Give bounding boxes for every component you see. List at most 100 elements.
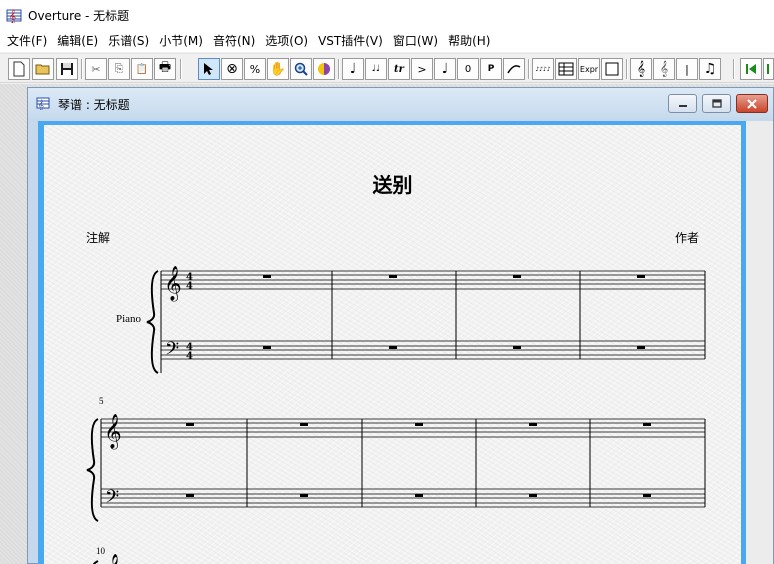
treble-clef-icon: 𝄞	[636, 61, 646, 77]
paste-button[interactable]: 📋	[131, 58, 153, 80]
rewind-icon	[746, 64, 756, 74]
treble-clef-2: 𝄞	[104, 414, 122, 450]
play-start-button[interactable]	[763, 58, 774, 80]
erase-circle-icon: ⊗	[226, 61, 238, 77]
print-button[interactable]: 🖶	[154, 58, 176, 80]
overture-app-icon: 𝄞	[6, 9, 22, 23]
treble-staff-lines	[161, 270, 705, 290]
trill-button[interactable]: tr	[388, 58, 410, 80]
copy-icon: ⎘	[114, 62, 124, 75]
floppy-disk-icon	[61, 63, 73, 75]
system-3: 𝄞	[92, 554, 122, 564]
score-window-title: 琴谱 : 无标题	[58, 98, 130, 112]
piano-dynamic-icon: P	[487, 64, 495, 74]
menu-vst-plugins[interactable]: VST插件(V)	[313, 31, 388, 51]
toolbar: ✂ ⎘ 📋 🖶 ⊗ % ✋ ♩ ♩♩ tr > ♩ 0 P ♪♪♪♪ Expr …	[0, 53, 774, 83]
slur-button[interactable]	[503, 58, 525, 80]
color-tool-button[interactable]	[313, 58, 335, 80]
system-1: 𝄞 𝄢 4 4 4 4	[146, 266, 706, 374]
clef-alt-icon: 𝄞	[659, 61, 669, 77]
toolbar-separator	[733, 59, 735, 79]
svg-text:𝄞: 𝄞	[38, 99, 44, 110]
color-palette-icon	[318, 63, 330, 75]
note-button[interactable]: ♩	[434, 58, 456, 80]
menu-file[interactable]: 文件(F)	[2, 31, 52, 51]
treble-clef-3: 𝄞	[104, 554, 122, 564]
piano-dynamic-button[interactable]: P	[480, 58, 502, 80]
bass-staff-lines-2	[101, 488, 705, 508]
minimize-icon	[678, 104, 687, 107]
tempo-marks-button[interactable]: ♪♪♪♪	[532, 58, 554, 80]
bass-clef-2: 𝄢	[105, 487, 119, 512]
arrow-cursor-icon	[204, 63, 213, 75]
score-window: 𝄞 琴谱 : 无标题 送别 注解 作者 Piano 5 10 𝄞 𝄢 4 4 4…	[27, 87, 774, 564]
toolbar-separator	[626, 59, 628, 79]
quarter-note-icon: ♩	[349, 61, 357, 77]
bass-staff-lines	[161, 340, 705, 360]
new-document-icon	[13, 61, 25, 77]
score-page[interactable]: 送别 注解 作者 Piano 5 10 𝄞 𝄢 4 4 4 4 𝄞 𝄢	[44, 125, 741, 564]
box-icon	[605, 62, 619, 76]
expression-button[interactable]: Expr	[578, 58, 600, 80]
menu-help[interactable]: 帮助(H)	[443, 31, 495, 51]
toolbar-separator	[528, 59, 530, 79]
window-title: Overture - 无标题	[28, 8, 130, 23]
accent-icon: >	[417, 62, 427, 76]
new-document-button[interactable]	[8, 58, 30, 80]
open-button[interactable]	[32, 58, 54, 80]
clef-alt-button[interactable]: 𝄞	[653, 58, 675, 80]
barline-icon: |	[685, 62, 689, 76]
scissors-icon: ✂	[91, 62, 101, 76]
quarter-note-button[interactable]: ♩	[342, 58, 364, 80]
box-button[interactable]	[601, 58, 623, 80]
eighth-notes-icon: ♫	[703, 61, 717, 77]
time-signature-bass: 4 4	[186, 342, 193, 362]
hand-tool-button[interactable]: ✋	[267, 58, 289, 80]
score-window-margin	[746, 121, 773, 564]
trill-icon: tr	[394, 63, 404, 75]
title-bar: 𝄞 Overture - 无标题	[0, 0, 774, 30]
notes-pair-button[interactable]: ♫	[699, 58, 721, 80]
percent-tool-button[interactable]: %	[244, 58, 266, 80]
restore-button[interactable]	[702, 94, 731, 113]
menu-score[interactable]: 乐谱(S)	[103, 31, 154, 51]
tie-button[interactable]: ♩♩	[365, 58, 387, 80]
grand-staff-brace-2	[86, 418, 99, 522]
toolbar-separator	[81, 59, 83, 79]
whole-rests	[263, 275, 645, 349]
time-signature-treble: 4 4	[186, 272, 193, 292]
zoom-tool-button[interactable]	[290, 58, 312, 80]
copy-button[interactable]: ⎘	[108, 58, 130, 80]
grand-staff-brace	[146, 270, 159, 374]
menu-window[interactable]: 窗口(W)	[388, 31, 443, 51]
magnifier-icon	[294, 62, 308, 76]
hand-icon: ✋	[269, 61, 287, 77]
lyrics-button[interactable]	[555, 58, 577, 80]
barline-button[interactable]: |	[676, 58, 698, 80]
erase-tool-button[interactable]: ⊗	[221, 58, 243, 80]
menu-measure[interactable]: 小节(M)	[154, 31, 208, 51]
menu-options[interactable]: 选项(O)	[260, 31, 313, 51]
save-button[interactable]	[56, 58, 78, 80]
svg-text:4: 4	[186, 351, 193, 362]
treble-clef: 𝄞	[164, 266, 182, 302]
score-notation: 𝄞 𝄢 4 4 4 4 𝄞 𝄢	[86, 266, 706, 564]
close-button[interactable]	[736, 94, 768, 113]
toolbar-separator	[180, 59, 182, 79]
select-tool-button[interactable]	[198, 58, 220, 80]
accent-button[interactable]: >	[411, 58, 433, 80]
zero-button[interactable]: 0	[457, 58, 479, 80]
minimize-button[interactable]	[668, 94, 697, 113]
restore-icon	[711, 99, 722, 108]
menu-edit[interactable]: 编辑(E)	[52, 31, 103, 51]
score-window-titlebar[interactable]: 𝄞 琴谱 : 无标题	[28, 88, 773, 118]
treble-clef-button[interactable]: 𝄞	[630, 58, 652, 80]
whole-rests-2	[186, 423, 651, 497]
printer-icon: 🖶	[158, 60, 172, 75]
play-start-icon	[766, 64, 769, 74]
rewind-button[interactable]	[740, 58, 762, 80]
menu-notes[interactable]: 音符(N)	[208, 31, 260, 51]
tie-icon: ♩♩	[371, 64, 381, 74]
cut-button[interactable]: ✂	[85, 58, 107, 80]
system-2: 𝄞 𝄢	[86, 414, 706, 522]
